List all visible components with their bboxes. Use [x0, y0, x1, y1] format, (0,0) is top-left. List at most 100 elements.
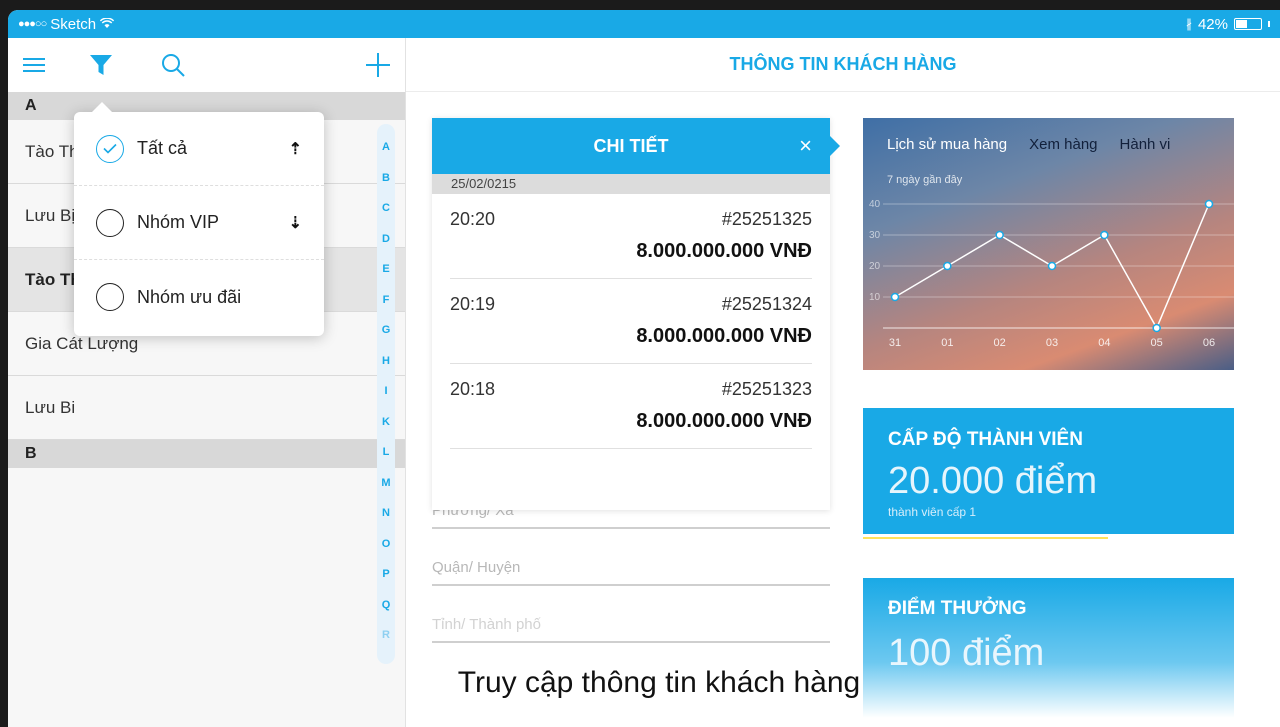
data-point[interactable]	[1047, 261, 1057, 271]
carrier-label: Sketch	[50, 15, 97, 33]
filter-popover: Tất cả ⇡ Nhóm VIP ⇣ Nhóm ưu đãi	[74, 102, 324, 336]
detail-title: CHI TIẾT	[593, 135, 669, 156]
plus-icon[interactable]	[363, 38, 393, 92]
detail-header: CHI TIẾT ×	[432, 118, 840, 174]
x-tick-label: 04	[1098, 337, 1110, 349]
filter-option-label: Tất cả	[137, 138, 188, 158]
index-letter[interactable]: H	[382, 346, 390, 377]
x-tick-label: 05	[1151, 337, 1163, 349]
index-letter[interactable]: D	[382, 224, 390, 255]
tab-behavior[interactable]: Hành vi	[1120, 136, 1171, 153]
detail-panel: CHI TIẾT × 25/02/0215 20:20 #25251325 8.…	[432, 118, 840, 510]
level-progress-track	[863, 534, 1234, 542]
transaction-code: #25251323	[721, 379, 812, 399]
radio-icon	[96, 283, 124, 311]
list-item[interactable]: Lưu Bi	[8, 376, 405, 440]
index-letter[interactable]: M	[381, 468, 390, 499]
contact-name: Lưu Bị	[25, 206, 76, 225]
data-point[interactable]	[1100, 230, 1109, 240]
filter-option-label: Nhóm VIP	[137, 212, 220, 232]
signal-icon: ●●●○○	[18, 18, 47, 30]
battery-label: 42%	[1197, 15, 1228, 33]
index-letter[interactable]: F	[383, 285, 390, 316]
transaction-time: 20:20	[450, 209, 496, 229]
x-tick-label: 01	[941, 337, 953, 349]
filter-icon[interactable]	[86, 38, 116, 92]
page-title: THÔNG TIN KHÁCH HÀNG	[406, 38, 1280, 92]
index-letter[interactable]: P	[382, 559, 389, 590]
sort-descending-icon[interactable]: ⇣	[289, 213, 302, 233]
transaction-amount: 8.000.000.000 VNĐ	[636, 410, 812, 432]
index-letter[interactable]: G	[382, 315, 391, 346]
transaction-row[interactable]: 20:18 #25251323 8.000.000.000 VNĐ	[450, 364, 812, 449]
index-letter[interactable]: N	[382, 498, 390, 529]
x-tick-label: 02	[994, 337, 1006, 349]
history-chart: 10 20 30 40 31 01 02 03 04 05 06	[869, 199, 1234, 349]
membership-level-card: CẤP ĐỘ THÀNH VIÊN 20.000 điểm thành viên…	[863, 408, 1234, 542]
history-subtitle: 7 ngày gần đây	[887, 174, 963, 186]
level-progress-fill	[863, 537, 1108, 539]
sort-ascending-icon[interactable]: ⇡	[289, 139, 302, 159]
contact-name: Lưu Bi	[25, 398, 76, 417]
city-field[interactable]: Tỉnh/ Thành phố	[432, 616, 830, 643]
transaction-row[interactable]: 20:19 #25251324 8.000.000.000 VNĐ	[450, 279, 812, 364]
contact-name: Gia Cát Lượng	[25, 334, 139, 353]
city-placeholder: Tỉnh/ Thành phố	[432, 616, 541, 633]
index-letter[interactable]: O	[382, 529, 391, 560]
radio-icon	[96, 208, 124, 237]
data-point[interactable]	[995, 230, 1004, 240]
level-subtitle: thành viên cấp 1	[888, 505, 977, 519]
index-letter[interactable]: I	[384, 376, 387, 407]
status-bar: ●●●○○ Sketch ∦ 42%	[8, 10, 1280, 38]
filter-option-all[interactable]: Tất cả ⇡	[74, 112, 324, 186]
filter-option-vip[interactable]: Nhóm VIP ⇣	[74, 186, 324, 260]
transaction-time: 20:18	[450, 379, 496, 399]
index-letter[interactable]: B	[382, 163, 390, 194]
alphabet-index[interactable]: A B C D E F G H I K L M N O P Q R	[377, 124, 395, 664]
tab-purchase-history[interactable]: Lịch sử mua hàng	[887, 136, 1007, 153]
data-point[interactable]	[890, 292, 900, 302]
battery-icon	[1234, 18, 1262, 30]
search-icon[interactable]	[158, 38, 188, 92]
wifi-icon	[99, 16, 115, 33]
y-tick-label: 30	[869, 230, 881, 241]
section-header-b: B	[8, 440, 405, 468]
index-letter[interactable]: L	[383, 437, 390, 468]
bluetooth-icon: ∦	[1185, 17, 1192, 31]
reward-title: ĐIỂM THƯỞNG	[888, 598, 1027, 619]
date-bar: 25/02/0215	[432, 174, 830, 194]
y-tick-label: 10	[869, 292, 881, 303]
index-letter[interactable]: R	[382, 620, 390, 651]
transaction-amount: 8.000.000.000 VNĐ	[636, 325, 812, 347]
index-letter[interactable]: Q	[382, 590, 391, 621]
transaction-code: #25251325	[721, 209, 812, 229]
close-icon[interactable]: ×	[799, 133, 812, 159]
data-point[interactable]	[1152, 323, 1161, 333]
y-tick-label: 20	[869, 261, 881, 272]
data-point[interactable]	[1204, 199, 1214, 209]
tab-viewed[interactable]: Xem hàng	[1029, 136, 1097, 153]
level-title: CẤP ĐỘ THÀNH VIÊN	[888, 429, 1083, 450]
index-letter[interactable]: A	[382, 132, 390, 163]
battery-tip	[1268, 21, 1270, 27]
index-letter[interactable]: E	[382, 254, 389, 285]
x-tick-label: 06	[1203, 337, 1215, 349]
x-tick-label: 31	[889, 337, 901, 349]
district-placeholder: Quận/ Huyện	[432, 559, 521, 576]
district-field[interactable]: Quận/ Huyện	[432, 559, 830, 586]
menu-icon[interactable]	[21, 38, 47, 92]
index-letter[interactable]: K	[382, 407, 390, 438]
y-tick-label: 40	[869, 199, 881, 210]
list-toolbar	[8, 38, 406, 92]
x-tick-label: 03	[1046, 337, 1058, 349]
transaction-row[interactable]: 20:20 #25251325 8.000.000.000 VNĐ	[450, 194, 812, 279]
filter-option-label: Nhóm ưu đãi	[137, 286, 242, 307]
data-point[interactable]	[943, 261, 952, 271]
index-letter[interactable]: C	[382, 193, 390, 224]
caption-text: Truy cập thông tin khách hàng	[457, 666, 861, 699]
level-points: 20.000 điểm	[888, 460, 1098, 502]
transaction-amount: 8.000.000.000 VNĐ	[636, 240, 812, 262]
transaction-time: 20:19	[450, 294, 496, 314]
filter-option-promo[interactable]: Nhóm ưu đãi	[74, 260, 324, 334]
app-frame: ●●●○○ Sketch ∦ 42% THÔNG TIN KHÁCH HÀNG …	[8, 10, 1280, 727]
